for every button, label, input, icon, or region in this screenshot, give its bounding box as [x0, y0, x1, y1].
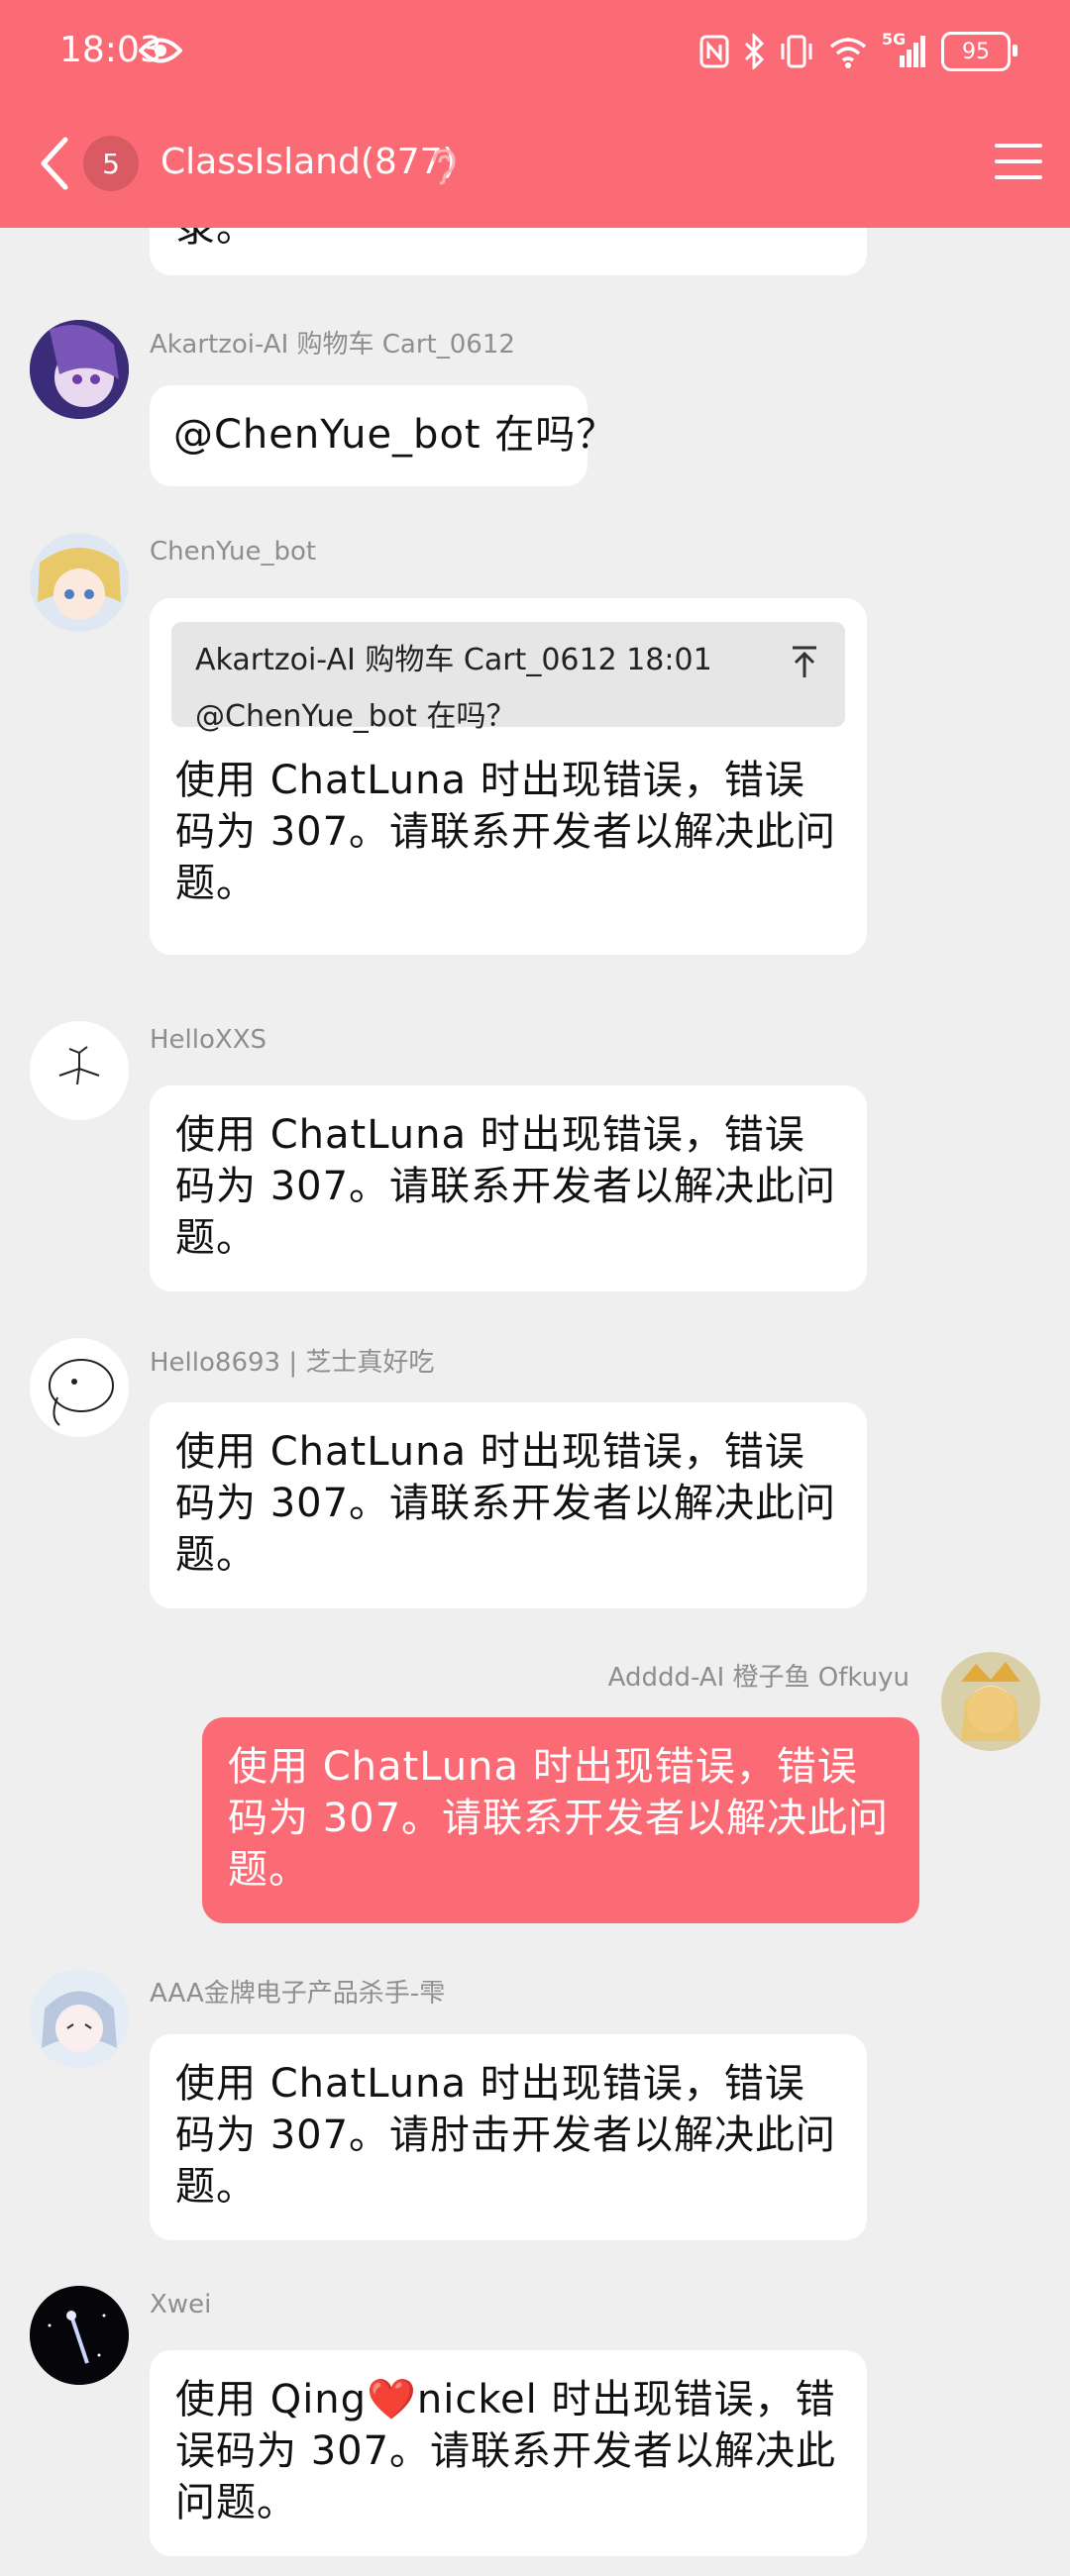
ear-icon: [432, 149, 456, 185]
status-icons: 5G 95: [699, 30, 1017, 73]
message-bubble[interactable]: @ChenYue_bot 在吗？: [150, 385, 615, 486]
sender-name: Xwei: [150, 2290, 212, 2319]
battery-indicator: 95: [941, 32, 1017, 71]
message-text: 使用 ChatLuna 时出现错误，错误码为 307。请联系开发者以解决此问题。: [228, 1744, 890, 1893]
sender-name: ChenYue_bot: [150, 537, 317, 567]
avatar[interactable]: [30, 320, 129, 419]
avatar[interactable]: [30, 1969, 129, 2068]
message-bubble[interactable]: 使用 ChatLuna 时出现错误，错误码为 307。请联系开发者以解决此问题。: [150, 1402, 867, 1608]
jump-to-top-icon[interactable]: [790, 644, 819, 679]
signal-icon: 5G: [882, 30, 927, 69]
battery-level: 95: [962, 39, 990, 64]
back-arrow-icon[interactable]: [30, 134, 79, 193]
message-bubble[interactable]: Akartzoi-AI 购物车 Cart_0612 18:01 @ChenYue…: [150, 598, 867, 955]
menu-icon[interactable]: [995, 142, 1042, 181]
avatar[interactable]: [30, 1021, 129, 1120]
bluetooth-icon: [744, 34, 765, 69]
message-bubble[interactable]: 使用 ChatLuna 时出现错误，错误码为 307。请联系开发者以解决此问题。: [150, 1085, 867, 1291]
message-bubble[interactable]: 使用 ChatLuna 时出现错误，错误码为 307。请肘击开发者以解决此问题。: [150, 2034, 867, 2240]
avatar[interactable]: [941, 1652, 1040, 1751]
message-text: 使用 Qing❤️nickel 时出现错误，错误码为 307。请联系开发者以解决…: [175, 2377, 837, 2525]
nfc-icon: [699, 35, 729, 68]
vibrate-icon: [781, 35, 812, 68]
sender-name: Akartzoi-AI 购物车 Cart_0612: [150, 330, 515, 360]
message-text: 使用 ChatLuna 时出现错误，错误码为 307。请联系开发者以解决此问题。: [175, 1429, 837, 1578]
sender-name: AAA金牌电子产品杀手-雫: [150, 1979, 446, 2009]
quoted-message[interactable]: Akartzoi-AI 购物车 Cart_0612 18:01 @ChenYue…: [171, 622, 845, 734]
sender-name: Adddd-AI 橙子鱼 Ofkuyu: [607, 1663, 910, 1693]
message-bubble[interactable]: 使用 Qing❤️nickel 时出现错误，错误码为 307。请联系开发者以解决…: [150, 2350, 867, 2556]
chat-header: 5 ClassIsland(877): [0, 114, 1070, 213]
avatar[interactable]: [30, 533, 129, 632]
avatar[interactable]: [30, 1338, 129, 1437]
message-bubble[interactable]: 使用 ChatLuna 时出现错误，错误码为 307。请联系开发者以解决此问题。: [202, 1717, 919, 1923]
status-bar: 18:03 5G 95: [0, 0, 1070, 109]
quote-body: @ChenYue_bot 在吗？: [195, 699, 516, 734]
message-text: 使用 ChatLuna 时出现错误，错误码为 307。请肘击开发者以解决此问题。: [175, 2061, 837, 2210]
message-text: 使用 ChatLuna 时出现错误，错误码为 307。请联系开发者以解决此问题。: [175, 758, 837, 906]
quote-header: Akartzoi-AI 购物车 Cart_0612 18:01: [195, 643, 712, 677]
eye-icon: [139, 38, 182, 63]
group-title[interactable]: ClassIsland(877): [160, 142, 457, 182]
message-text: 录。: [175, 228, 257, 251]
sender-name: Hello8693 | 芝士真好吃: [150, 1348, 435, 1378]
message-bubble[interactable]: 录。: [150, 228, 867, 275]
wifi-icon: [829, 38, 867, 68]
avatar[interactable]: [30, 2286, 129, 2385]
sender-name: HelloXXS: [150, 1025, 268, 1055]
unread-badge[interactable]: 5: [83, 136, 139, 191]
message-text: 使用 ChatLuna 时出现错误，错误码为 307。请联系开发者以解决此问题。: [175, 1112, 837, 1261]
top-bar: 18:03 5G 95 5 ClassIsland(877): [0, 0, 1070, 228]
message-text: @ChenYue_bot 在吗？: [173, 412, 617, 458]
chat-feed[interactable]: 录。 Akartzoi-AI 购物车 Cart_0612 @ChenYue_bo…: [0, 228, 1070, 2576]
